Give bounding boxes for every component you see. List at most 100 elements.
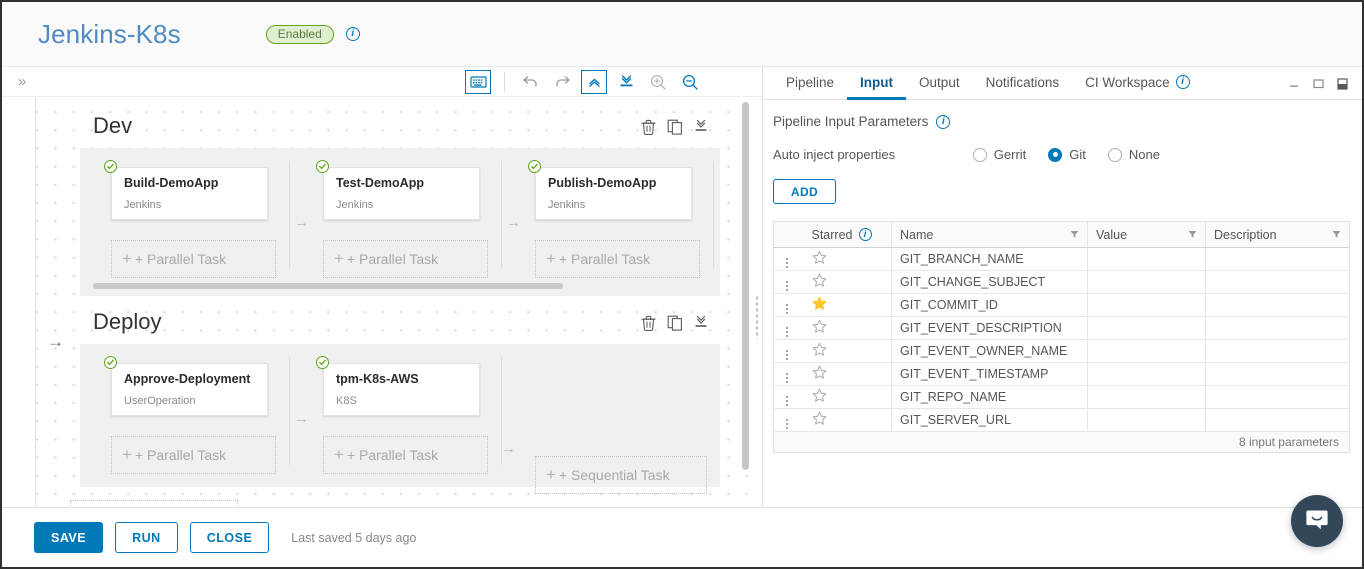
parameter-value-cell[interactable]: [1087, 270, 1206, 294]
collapse-all-icon[interactable]: [581, 69, 607, 94]
star-outline-icon[interactable]: [812, 250, 827, 265]
ci-workspace-info-icon[interactable]: i: [1175, 75, 1190, 89]
add-parallel-task[interactable]: + + Parallel Task: [535, 240, 700, 278]
radio-git[interactable]: Git: [1048, 147, 1086, 162]
tab-ci-workspace[interactable]: CI Workspace i: [1072, 67, 1203, 100]
star-outline-icon[interactable]: [812, 342, 827, 357]
pipeline-canvas[interactable]: Dev Build-DemoApp Jenkins + + Parallel T…: [2, 97, 762, 507]
parameter-description-cell[interactable]: [1205, 293, 1350, 317]
parameters-info-icon[interactable]: i: [936, 114, 951, 129]
stage-horizontal-scrollbar[interactable]: [93, 283, 563, 289]
radio-gerrit[interactable]: Gerrit: [972, 147, 1026, 162]
table-row[interactable]: GIT_CHANGE_SUBJECT: [773, 270, 1350, 294]
task-type: Jenkins: [336, 199, 374, 211]
star-outline-icon[interactable]: [812, 365, 827, 380]
delete-icon[interactable]: [641, 119, 657, 136]
tab-pipeline[interactable]: Pipeline: [773, 67, 847, 100]
row-menu-icon[interactable]: [782, 279, 792, 293]
tab-input[interactable]: Input: [847, 67, 907, 100]
canvas-vertical-scrollbar[interactable]: [742, 102, 749, 470]
parameter-value-cell[interactable]: [1087, 362, 1206, 386]
undo-icon[interactable]: [517, 70, 543, 94]
star-outline-icon[interactable]: [812, 273, 827, 288]
keyboard-shortcuts-icon[interactable]: [465, 69, 491, 94]
duplicate-icon[interactable]: [667, 119, 683, 136]
row-menu-icon[interactable]: [782, 394, 792, 408]
add-parallel-task[interactable]: + + Parallel Task: [323, 436, 488, 474]
row-menu-icon[interactable]: [782, 417, 792, 431]
split-view-icon[interactable]: [1337, 77, 1348, 90]
parameter-value-cell[interactable]: [1087, 339, 1206, 363]
collapse-icon[interactable]: [693, 315, 709, 332]
table-row[interactable]: GIT_COMMIT_ID: [773, 293, 1350, 317]
th-value[interactable]: Value: [1087, 221, 1206, 248]
parameter-value-cell[interactable]: [1087, 385, 1206, 409]
table-row[interactable]: GIT_REPO_NAME: [773, 385, 1350, 409]
status-info-icon[interactable]: i: [345, 27, 360, 41]
add-parameter-button[interactable]: ADD: [773, 179, 836, 204]
delete-icon[interactable]: [641, 315, 657, 332]
stage-deploy[interactable]: Deploy Approve-Deployment UserOperation …: [80, 309, 720, 494]
chat-launcher-button[interactable]: [1291, 495, 1343, 547]
parameter-description-cell[interactable]: [1205, 247, 1350, 271]
parameter-description-cell[interactable]: [1205, 339, 1350, 363]
row-menu-icon[interactable]: [782, 256, 792, 270]
add-stage-placeholder[interactable]: [70, 500, 238, 507]
parameter-value-cell[interactable]: [1087, 408, 1206, 432]
th-name[interactable]: Name: [891, 221, 1088, 248]
parameter-value-cell[interactable]: [1087, 293, 1206, 317]
add-parallel-task[interactable]: + + Parallel Task: [323, 240, 488, 278]
duplicate-icon[interactable]: [667, 315, 683, 332]
row-menu-icon[interactable]: [782, 371, 792, 385]
table-row[interactable]: GIT_EVENT_TIMESTAMP: [773, 362, 1350, 386]
expand-sidebar-icon[interactable]: »: [8, 70, 34, 92]
add-parallel-task[interactable]: + + Parallel Task: [111, 436, 276, 474]
parameter-value-cell[interactable]: [1087, 316, 1206, 340]
row-menu-icon[interactable]: [782, 348, 792, 362]
collapse-icon[interactable]: [693, 119, 709, 136]
parameter-description-cell[interactable]: [1205, 316, 1350, 340]
star-filled-icon[interactable]: [812, 296, 827, 311]
task-card[interactable]: tpm-K8s-AWS K8S: [316, 356, 480, 416]
run-button[interactable]: RUN: [115, 522, 178, 553]
star-outline-icon[interactable]: [812, 388, 827, 403]
task-card[interactable]: Test-DemoApp Jenkins: [316, 160, 480, 220]
table-row[interactable]: GIT_EVENT_OWNER_NAME: [773, 339, 1350, 363]
tab-output[interactable]: Output: [906, 67, 973, 100]
table-row[interactable]: GIT_EVENT_DESCRIPTION: [773, 316, 1350, 340]
parameter-description-cell[interactable]: [1205, 270, 1350, 294]
redo-icon[interactable]: [549, 70, 575, 94]
save-button[interactable]: SAVE: [34, 522, 104, 553]
zoom-out-icon[interactable]: [677, 70, 703, 94]
filter-icon[interactable]: [1188, 228, 1197, 242]
parameter-value-cell[interactable]: [1087, 247, 1206, 271]
task-card[interactable]: Publish-DemoApp Jenkins: [528, 160, 692, 220]
table-row[interactable]: GIT_SERVER_URL: [773, 408, 1350, 432]
filter-icon[interactable]: [1332, 228, 1341, 242]
parameter-description-cell[interactable]: [1205, 408, 1350, 432]
row-menu-icon[interactable]: [782, 325, 792, 339]
star-outline-icon[interactable]: [812, 319, 827, 334]
zoom-in-icon[interactable]: [645, 70, 671, 94]
parameter-description-cell[interactable]: [1205, 362, 1350, 386]
row-menu-icon[interactable]: [782, 302, 792, 316]
maximize-icon[interactable]: [1313, 78, 1324, 89]
starred-info-icon[interactable]: i: [858, 228, 872, 241]
expand-all-icon[interactable]: [613, 70, 639, 94]
parameter-description-cell[interactable]: [1205, 385, 1350, 409]
filter-icon[interactable]: [1070, 228, 1079, 242]
th-description[interactable]: Description: [1205, 221, 1350, 248]
star-outline-icon[interactable]: [812, 411, 827, 426]
minimize-icon[interactable]: [1289, 78, 1300, 89]
panel-resize-handle[interactable]: [755, 295, 760, 339]
task-card[interactable]: Build-DemoApp Jenkins: [104, 160, 268, 220]
table-row[interactable]: GIT_BRANCH_NAME: [773, 247, 1350, 271]
add-parallel-task[interactable]: + + Parallel Task: [111, 240, 276, 278]
tab-notifications[interactable]: Notifications: [973, 67, 1073, 100]
th-starred[interactable]: Starred i: [803, 221, 892, 248]
stage-dev[interactable]: Dev Build-DemoApp Jenkins + + Parallel T…: [80, 113, 720, 296]
close-button[interactable]: CLOSE: [189, 522, 270, 553]
task-card[interactable]: Approve-Deployment UserOperation: [104, 356, 268, 416]
add-sequential-task[interactable]: + + Sequential Task: [535, 456, 707, 494]
radio-none[interactable]: None: [1107, 147, 1160, 162]
